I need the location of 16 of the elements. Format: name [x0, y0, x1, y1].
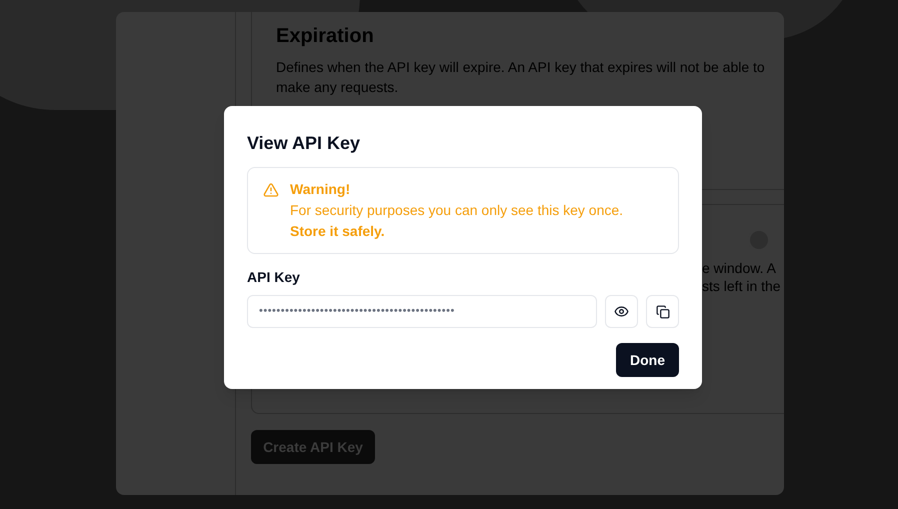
dialog-title: View API Key [247, 132, 362, 155]
api-key-field[interactable]: ••••••••••••••••••••••••••••••••••••••••••••• [247, 295, 597, 328]
copy-button[interactable] [646, 295, 679, 328]
section-title: Expiration [276, 24, 375, 49]
copy-icon [656, 304, 670, 318]
show-key-button[interactable] [605, 295, 638, 328]
warning-icon [263, 182, 279, 198]
eye-icon [614, 304, 629, 319]
description-text: e window. A [702, 259, 777, 277]
warning-message: For security purposes you can only see this key once. [290, 201, 624, 220]
warning-emphasis: Store it safely. [290, 222, 386, 241]
done-button[interactable]: Done [616, 343, 679, 377]
section-description: Defines when the API key will expire. An API key that expires will not be able to make any requests. [276, 58, 766, 97]
warning-title: Warning! [290, 180, 352, 199]
description-text: sts left in the [702, 277, 781, 295]
field-label: API Key [247, 268, 301, 287]
